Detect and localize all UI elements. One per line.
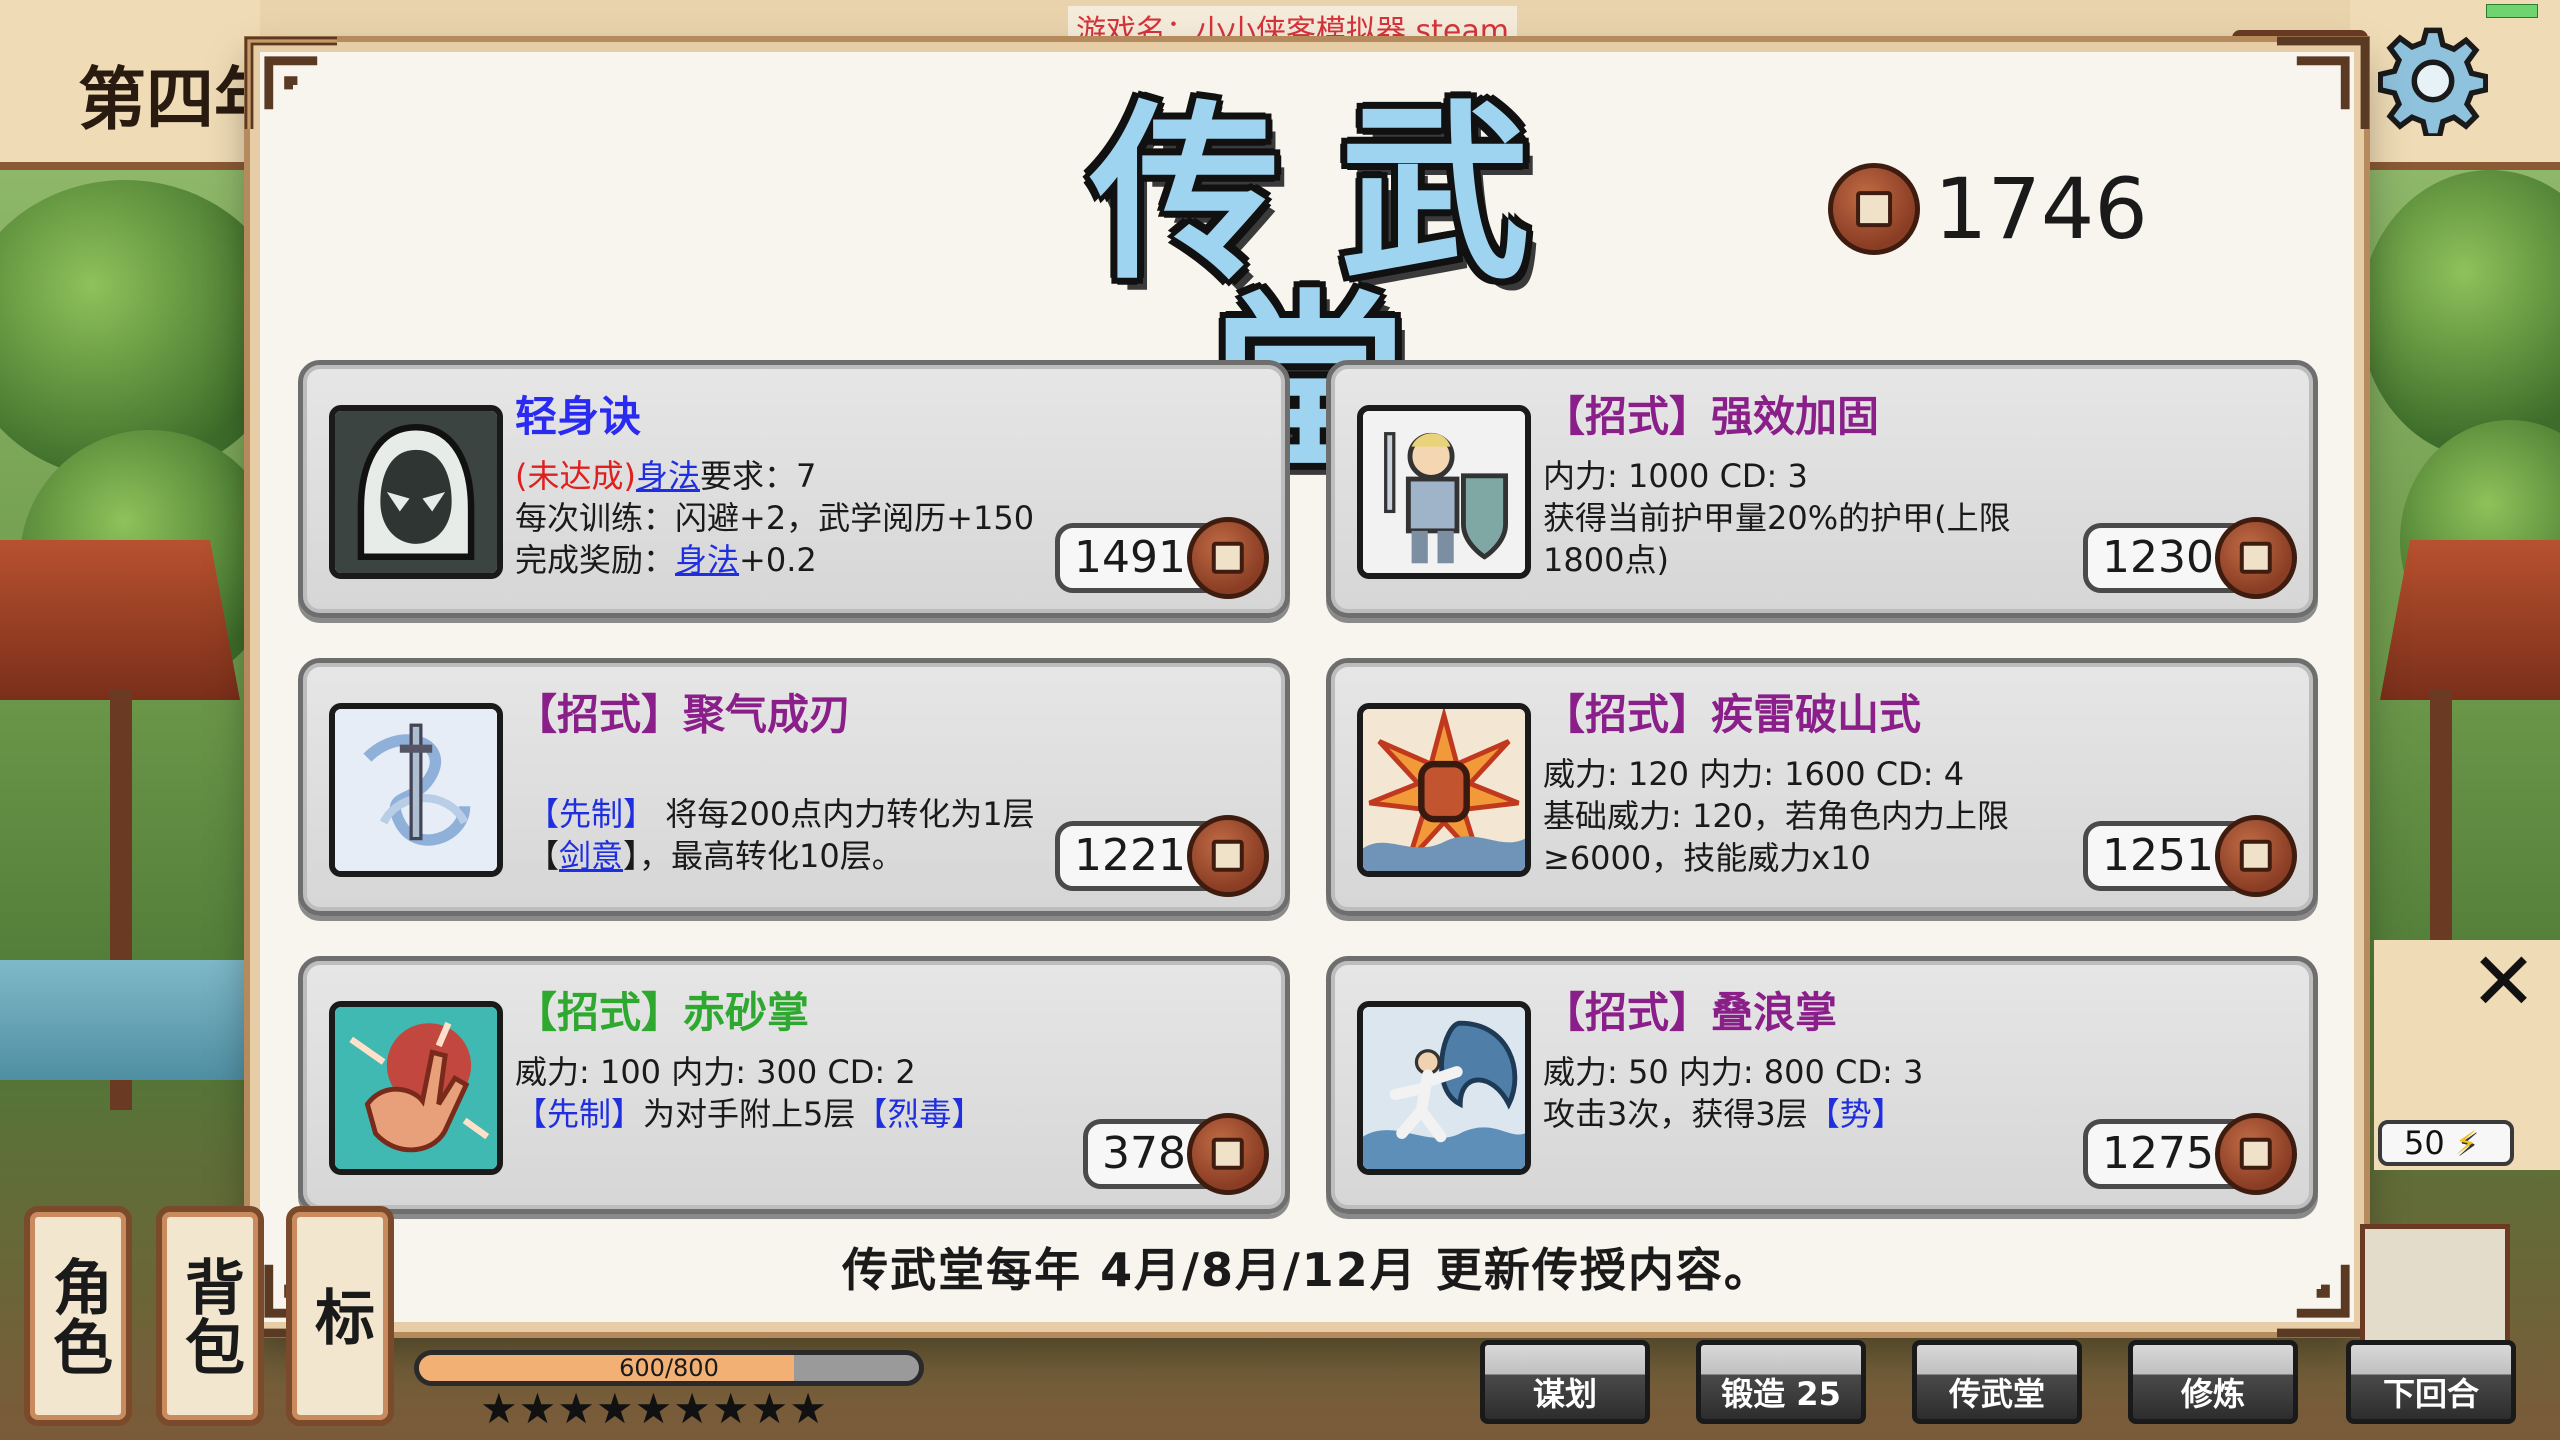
copper-coin-icon (1187, 1113, 1269, 1195)
effect-text: 为对手附上5层 (643, 1095, 856, 1133)
pavilion-roof (2380, 540, 2560, 700)
attribute-link[interactable]: 身法 (675, 541, 739, 579)
preemptive-tag-link[interactable]: 【先制】 (515, 1095, 643, 1133)
wind-sword-icon (329, 703, 503, 877)
inventory-button[interactable]: 背包 (156, 1206, 264, 1426)
stats-line: 威力: 120 内力: 1600 CD: 4 (1543, 755, 1965, 793)
health-bar: 600/800 (414, 1350, 924, 1386)
requirement-line: (未达成)身法要求：7 (515, 451, 816, 497)
energy-counter: 50 ⚡ (2378, 1120, 2514, 1166)
thunder-fist-icon (1357, 703, 1531, 877)
price-tag[interactable]: 1275 (2083, 1113, 2297, 1195)
martial-hall-button[interactable]: 传武堂 (1912, 1340, 2082, 1424)
plan-label: 谋划 (1532, 1375, 1597, 1413)
price-tag[interactable]: 1251 (2083, 815, 2297, 897)
armored-knight-icon (1357, 405, 1531, 579)
momentum-tag-link[interactable]: 【势】 (1808, 1095, 1904, 1133)
train-label: 修炼 (2180, 1375, 2245, 1413)
train-button[interactable]: 修炼 (2128, 1340, 2298, 1424)
coin-balance-value: 1746 (1934, 160, 2148, 258)
star-rating: ★★★★★★★★★ (480, 1384, 828, 1433)
copper-coin-icon (1828, 163, 1920, 255)
training-line: 每次训练：闪避+2，武学阅历+150 (515, 499, 1035, 537)
copper-coin-icon (2215, 815, 2297, 897)
river (0, 960, 250, 1080)
price-tag[interactable]: 1221 (1055, 815, 1269, 897)
next-turn-button[interactable]: 下回合 (2346, 1340, 2516, 1424)
plan-button[interactable]: 谋划 (1480, 1340, 1650, 1424)
price-tag[interactable]: 378 (1083, 1113, 1269, 1195)
copper-coin-icon (1187, 815, 1269, 897)
next-turn-label: 下回合 (2382, 1375, 2479, 1413)
attribute-link[interactable]: 身法 (636, 457, 700, 495)
update-schedule-note: 传武堂每年 4月/8月/12月 更新传授内容。 (842, 1243, 1772, 1297)
red-palm-icon (329, 1001, 503, 1175)
stats-line: 威力: 100 内力: 300 CD: 2 (515, 1053, 916, 1091)
price-tag[interactable]: 1230 (2083, 517, 2297, 599)
effect-text: 】，最高转化10层。 (623, 837, 904, 875)
stats-line: 内力: 1000 CD: 3 (1543, 457, 1808, 495)
effect-line: ≥6000，技能威力x10 (1543, 839, 1871, 877)
effect-line: 获得当前护甲量20%的护甲(上限 (1543, 499, 2011, 537)
status-indicator (2486, 4, 2538, 18)
sword-intent-link[interactable]: 剑意 (559, 837, 623, 875)
corner-ornament (238, 30, 348, 140)
effect-line: 【先制】 将每200点内力转化为1层 (527, 789, 1035, 835)
skill-name: 【招式】赤砂掌 (515, 988, 810, 1037)
close-panel-icon[interactable]: ✕ (2470, 942, 2537, 1022)
skill-name: 【招式】聚气成刃 (515, 690, 852, 739)
coin-balance: 1746 (1828, 160, 2148, 258)
reward-line: 完成奖励：身法+0.2 (515, 535, 817, 581)
hooded-ninja-icon (329, 405, 503, 579)
character-button[interactable]: 角色 (24, 1206, 132, 1426)
gear-icon (2377, 27, 2489, 139)
health-text: 600/800 (619, 1354, 719, 1382)
effect-line: 基础威力: 120，若角色内力上限 (1543, 797, 2010, 835)
lightning-icon: ⚡ (2454, 1124, 2478, 1162)
stats-line: 威力: 50 内力: 800 CD: 3 (1543, 1053, 1924, 1091)
poison-tag-link[interactable]: 【烈毒】 (855, 1095, 983, 1133)
effect-text: 攻击3次，获得3层 (1543, 1095, 1808, 1133)
requirement-value: 要求：7 (700, 457, 817, 495)
effect-line: 【剑意】，最高转化10层。 (527, 831, 904, 877)
bracket: 【 (527, 837, 560, 875)
copper-coin-icon (2215, 517, 2297, 599)
skill-name: 【招式】疾雷破山式 (1543, 690, 1922, 739)
skill-card-jileiposhanshi[interactable]: 【招式】疾雷破山式 威力: 120 内力: 1600 CD: 4 基础威力: 1… (1326, 658, 2318, 916)
price-tag[interactable]: 1491 (1055, 517, 1269, 599)
reward-value: +0.2 (739, 541, 817, 579)
skill-card-qiangxiaojiagu[interactable]: 【招式】强效加固 内力: 1000 CD: 3 获得当前护甲量20%的护甲(上限… (1326, 360, 2318, 618)
settings-button[interactable] (2377, 26, 2489, 139)
effect-text: 将每200点内力转化为1层 (655, 795, 1035, 833)
skill-name: 【招式】叠浪掌 (1543, 988, 1838, 1037)
forge-button[interactable]: 锻造 25 (1696, 1340, 1866, 1424)
martial-hall-dialog: 传武堂 1746 轻身诀 (未达成)身法要求：7 每次训练：闪避+2，武学阅历+… (244, 36, 2370, 1338)
copper-coin-icon (1187, 517, 1269, 599)
energy-value: 50 (2404, 1124, 2445, 1162)
pavilion-roof (0, 540, 240, 700)
unmet-flag: (未达成) (515, 457, 636, 495)
skill-name: 【招式】强效加固 (1543, 392, 1880, 441)
wave-fighter-icon (1357, 1001, 1531, 1175)
forge-label: 锻造 25 (1721, 1375, 1841, 1413)
tree (2360, 170, 2560, 460)
goals-button[interactable]: 标 (286, 1206, 394, 1426)
skill-card-chishazhang[interactable]: 【招式】赤砂掌 威力: 100 内力: 300 CD: 2 【先制】为对手附上5… (298, 956, 1290, 1214)
skill-name: 轻身诀 (515, 392, 642, 441)
effect-line: 1800点) (1543, 541, 1669, 579)
skill-card-dielangzhang[interactable]: 【招式】叠浪掌 威力: 50 内力: 800 CD: 3 攻击3次，获得3层【势… (1326, 956, 2318, 1214)
effect-line: 【先制】为对手附上5层【烈毒】 (515, 1089, 983, 1135)
corner-ornament (2266, 30, 2376, 140)
martial-hall-label: 传武堂 (1948, 1375, 2045, 1413)
effect-line: 攻击3次，获得3层【势】 (1543, 1089, 1904, 1135)
reward-label: 完成奖励： (515, 541, 676, 579)
copper-coin-icon (2215, 1113, 2297, 1195)
preemptive-tag-link[interactable]: 【先制】 (527, 795, 655, 833)
skill-card-qingshenjue[interactable]: 轻身诀 (未达成)身法要求：7 每次训练：闪避+2，武学阅历+150 完成奖励：… (298, 360, 1290, 618)
skill-card-juqichengren[interactable]: 【招式】聚气成刃 【先制】 将每200点内力转化为1层 【剑意】，最高转化10层… (298, 658, 1290, 916)
